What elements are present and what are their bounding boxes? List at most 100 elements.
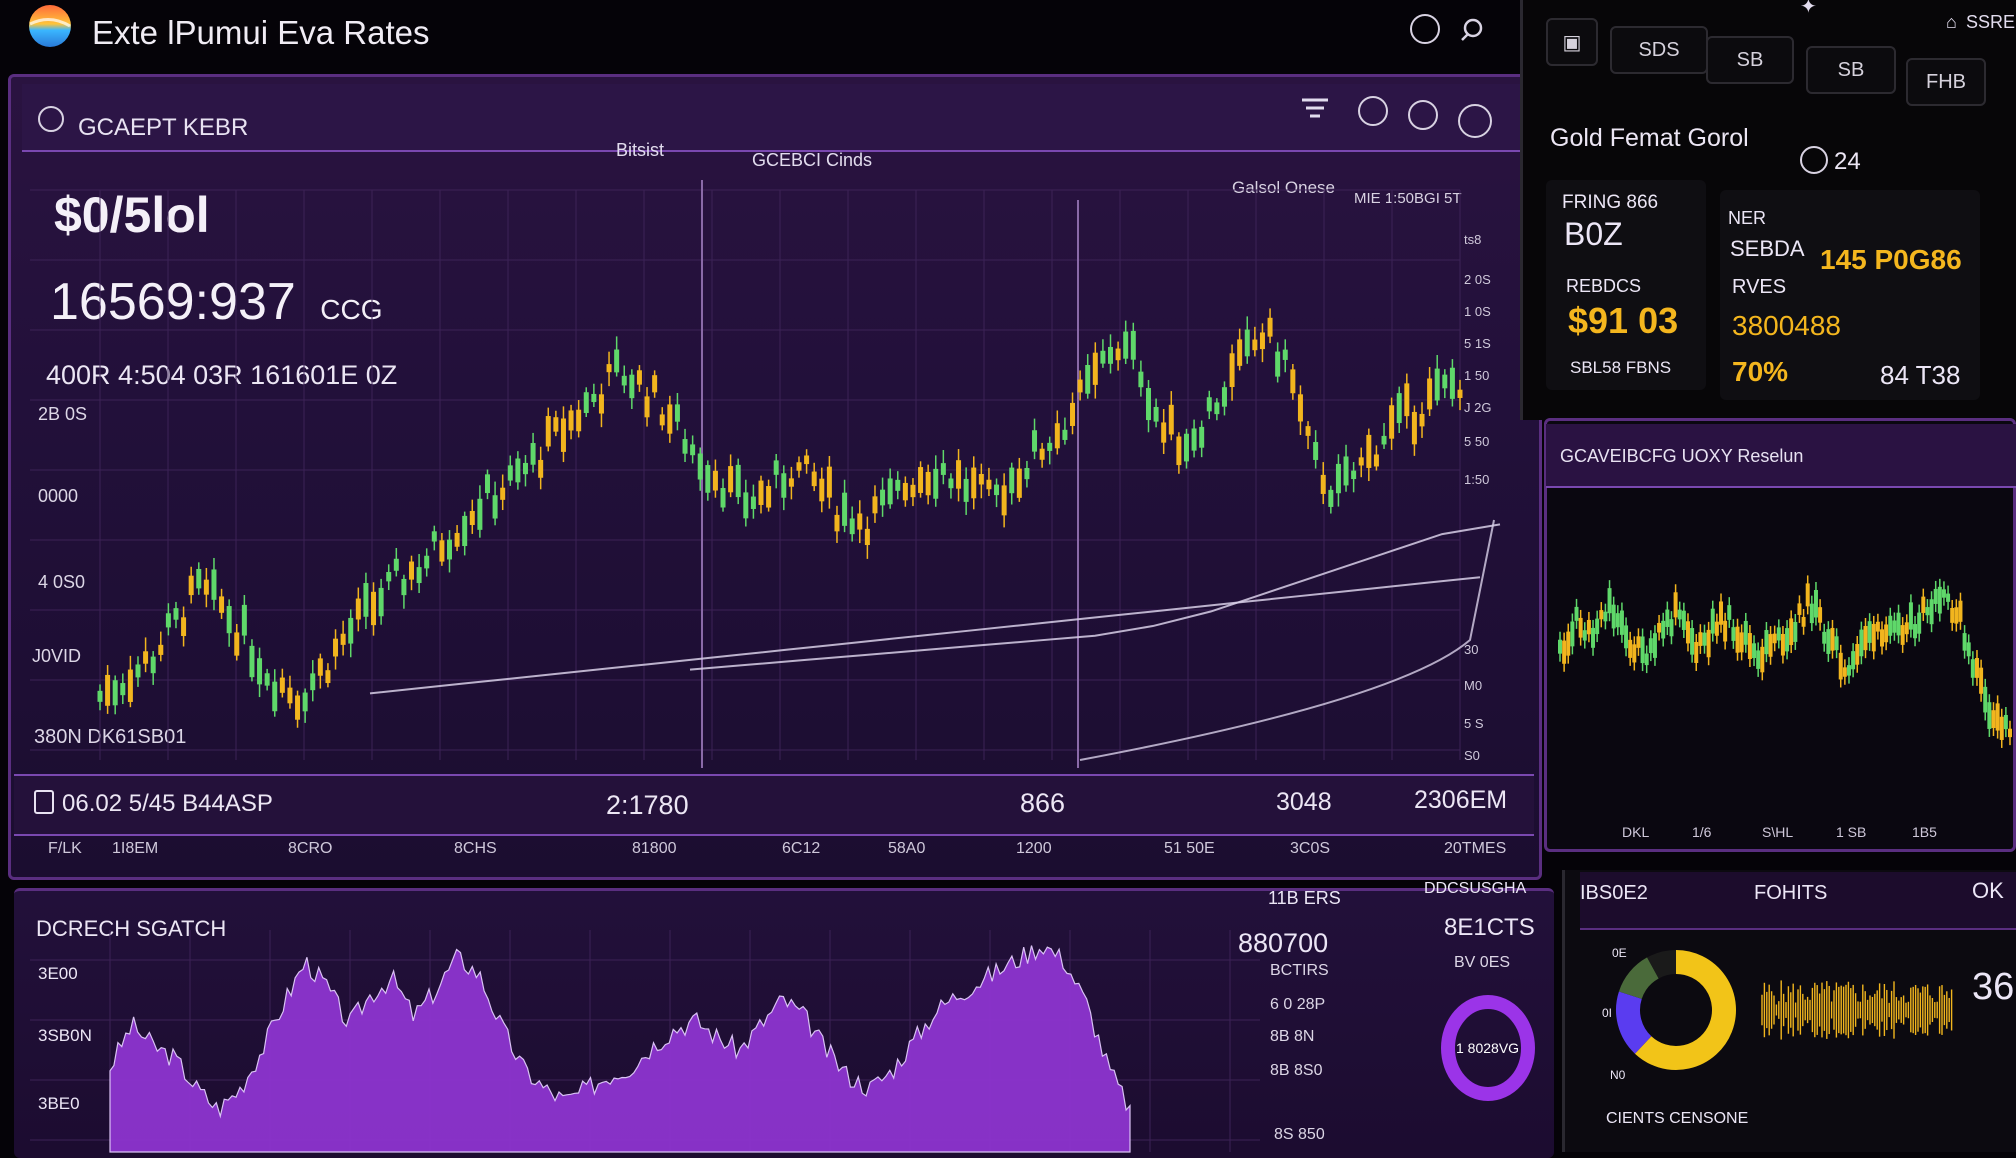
y-tick: 1 0S — [1464, 304, 1491, 319]
value-sub: 8E1CTS — [1444, 914, 1535, 941]
x-tick: 1 SB — [1836, 824, 1867, 840]
y-tick: 5 1S — [1464, 336, 1491, 351]
pause-icon[interactable] — [1358, 96, 1388, 126]
tab-chart-icon[interactable]: ▣ — [1546, 18, 1598, 66]
list-item: 8B 8N — [1270, 1028, 1315, 1045]
x-tick: 6C12 — [782, 840, 821, 857]
donut-label: N0 — [1610, 1068, 1626, 1082]
y-tick: S0 — [1464, 748, 1480, 763]
y-tick: 30 — [1464, 642, 1479, 657]
bottom-right-header: 11B ERS — [1268, 888, 1341, 908]
card2-subvalue: 3800488 — [1732, 310, 1842, 341]
col-header: IBS0E2 — [1580, 882, 1648, 904]
card1-value: B0Z — [1564, 216, 1623, 252]
y-tick: 2 0S — [1464, 272, 1491, 287]
col-header: OK — [1972, 878, 2004, 903]
x-tick: 1200 — [1016, 840, 1052, 857]
price-big: 16569:937 CCG — [50, 272, 383, 332]
chart-legend-right: MIE 1:50BGI 5T — [1354, 190, 1462, 207]
badge-value: 24 — [1834, 148, 1861, 175]
value-main: 880700 — [1238, 928, 1329, 958]
card2-extra: 84 T38 — [1880, 360, 1961, 390]
app-logo[interactable] — [24, 4, 78, 48]
tag-icon[interactable]: ⌂ — [1946, 12, 1957, 33]
tab-bitsist[interactable]: Bitsist — [616, 140, 664, 161]
x-tick: 51 50E — [1164, 840, 1215, 857]
y-tick: J 2G — [1464, 400, 1492, 415]
x-tick: S\HL — [1762, 824, 1794, 840]
app-title: Exte lPumui Eva Rates — [92, 14, 430, 51]
x-tick: 20TMES — [1444, 840, 1507, 857]
card1-subvalue: $91 03 — [1568, 300, 1679, 341]
card1-footer: SBL58 FBNS — [1570, 358, 1672, 377]
card2-value: 145 P0G86 — [1820, 244, 1962, 275]
card1-sublabel: REBDCS — [1566, 276, 1642, 296]
card1-label: FRING 866 — [1562, 192, 1659, 213]
list-item: 8B 8S0 — [1270, 1062, 1323, 1079]
x-tick: 58A0 — [888, 840, 926, 857]
card2-pct: 70% — [1732, 356, 1789, 387]
footer-stat: 2306EM — [1414, 786, 1508, 814]
list-item: 6 0 28P — [1270, 996, 1326, 1013]
footer-stat: 06.02 5/45 B44ASP — [62, 790, 273, 817]
x-tick: 81800 — [632, 840, 677, 857]
x-axis: F/LK 1I8EM 8CRO 8CHS 81800 6C12 58A0 120… — [0, 840, 1540, 868]
price-big-suffix: CCG — [320, 294, 383, 325]
tab-fhb[interactable]: FHB — [1906, 58, 1986, 106]
refresh-icon[interactable] — [1410, 14, 1440, 44]
settings-gear-icon[interactable] — [38, 106, 64, 132]
y-tick: 5 50 — [1464, 434, 1490, 449]
main-panel-title: GCAEPT KEBR — [78, 114, 249, 141]
y-label: 380N DK61SB01 — [34, 726, 187, 748]
y-label: 3BE0 — [38, 1094, 80, 1113]
header-text: SSRE — [1966, 12, 2016, 32]
x-tick: 1I8EM — [112, 840, 159, 857]
menu-icon[interactable] — [1300, 96, 1330, 122]
settings-icon[interactable] — [1456, 16, 1486, 46]
donut-label: 0I — [1602, 1006, 1613, 1020]
list-item: BV 0ES — [1454, 954, 1511, 971]
globe-logo-icon — [29, 5, 71, 47]
clock-icon[interactable] — [1800, 146, 1828, 174]
card2-sublabel: RVES — [1732, 276, 1787, 298]
donut-label: 0E — [1612, 946, 1627, 960]
y-label: J0VID — [32, 646, 82, 666]
list-item: BCTIRS — [1270, 962, 1329, 979]
globe-icon[interactable] — [1458, 104, 1492, 138]
tab-sb-2[interactable]: SB — [1806, 46, 1896, 94]
y-label: 2B 0S — [38, 404, 88, 424]
tab-sb[interactable]: SB — [1706, 36, 1794, 84]
bottom-right-footer: CIENTS CENSONE — [1606, 1110, 1749, 1127]
y-axis-right: ts8 2 0S 1 0S 5 1S 1 50 J 2G 5 50 1:50 3… — [1464, 232, 1504, 772]
y-label: 4 0S0 — [38, 572, 86, 592]
x-tick: 3C0S — [1290, 840, 1331, 857]
right-mid-title: GCAVEIBCFG UOXY Reselun — [1560, 446, 1804, 466]
document-icon[interactable] — [34, 790, 54, 814]
list-item: 8S 850 — [1274, 1126, 1325, 1143]
price-sub: 400R 4:504 03R 161601E 0Z — [46, 360, 398, 390]
y-tick: M0 — [1464, 678, 1483, 693]
y-label: 3E00 — [38, 964, 78, 983]
footer-stat: 866 — [1020, 788, 1066, 818]
gold-panel-title: Gold Femat Gorol — [1550, 124, 1749, 152]
chart-icon: ▣ — [1562, 31, 1582, 54]
y-tick: ts8 — [1464, 232, 1482, 247]
tab-sds[interactable]: SDS — [1610, 26, 1708, 74]
star-icon[interactable]: ✦ — [1800, 0, 1817, 19]
bottom-right-header-2: DDCSUSGHA — [1424, 880, 1527, 897]
x-tick: 1B5 — [1912, 824, 1937, 840]
x-tick: F/LK — [48, 840, 82, 857]
y-tick: 1 50 — [1464, 368, 1490, 383]
x-tick: 1/6 — [1692, 824, 1712, 840]
chart-legend-left: Galsol Onese — [1232, 178, 1335, 197]
y-label: 0000 — [38, 486, 79, 506]
x-tick: DKL — [1622, 824, 1650, 840]
bottom-left-title: DCRECH SGATCH — [36, 916, 227, 941]
price-small: $0/5lol — [54, 187, 210, 243]
x-tick: 8CRO — [288, 840, 333, 857]
tab-gcebci-cinds[interactable]: GCEBCI Cinds — [752, 150, 872, 171]
donut-label: 1 8028VG — [1456, 1040, 1520, 1056]
y-tick: 1:50 — [1464, 472, 1490, 487]
price-big-value: 16569:937 — [50, 273, 296, 331]
clock-icon[interactable] — [1408, 100, 1438, 130]
